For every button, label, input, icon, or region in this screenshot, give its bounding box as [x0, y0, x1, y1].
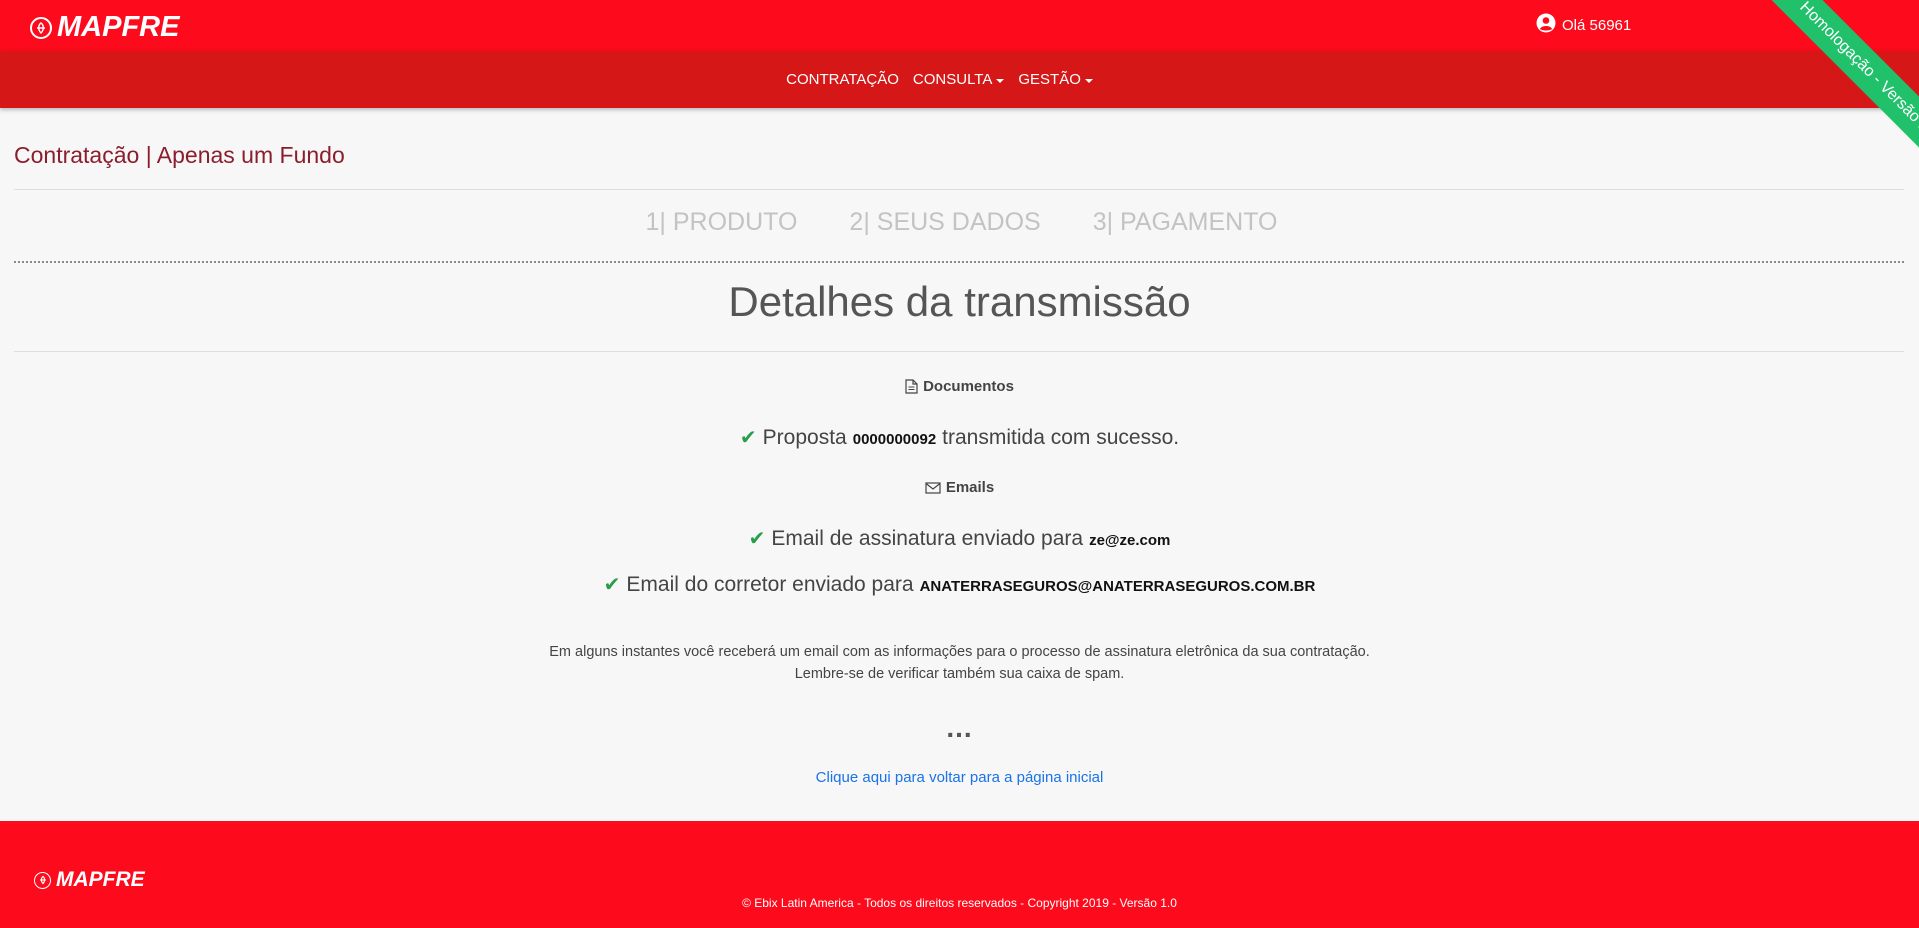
main-heading: Detalhes da transmissão	[728, 278, 1191, 325]
signature-email-status: ✔ Email de assinatura enviado para ze@ze…	[0, 526, 1919, 551]
footer: MAPFRE	[0, 821, 1919, 928]
file-icon	[905, 379, 918, 394]
footer-logo: MAPFRE	[34, 868, 145, 892]
broker-email-status: ✔ Email do corretor enviado para ANATERR…	[0, 572, 1919, 597]
user-circle-icon	[1536, 13, 1556, 37]
logo-text: MAPFRE	[57, 11, 180, 43]
proposal-number: 0000000092	[852, 431, 937, 448]
mapfre-logo[interactable]: MAPFRE	[30, 11, 179, 44]
proposal-suffix: transmitida com sucesso.	[942, 426, 1180, 449]
back-to-home-link[interactable]: Clique aqui para voltar para a página in…	[0, 769, 1919, 786]
page-title: Contratação | Apenas um Fundo	[14, 142, 345, 168]
back-to-home-label: Clique aqui para voltar para a página in…	[815, 769, 1104, 786]
nav-gestao-label: GESTÃO	[1018, 71, 1081, 88]
mapfre-emblem-icon	[34, 871, 51, 889]
footer-logo-text: MAPFRE	[56, 868, 145, 891]
power-button[interactable]	[1798, 12, 1822, 36]
proposal-prefix: Proposta	[762, 426, 847, 449]
nav-contratacao[interactable]: CONTRATAÇÃO	[786, 71, 899, 88]
user-menu[interactable]: Olá 56961	[1536, 13, 1631, 37]
documents-heading-label: Documentos	[923, 378, 1014, 395]
info-line-2: Lembre-se de verificar também sua caixa …	[794, 666, 1125, 682]
signature-email-text: Email de assinatura enviado para	[771, 527, 1084, 550]
proposal-status: ✔ Proposta 0000000092 transmitida com su…	[0, 425, 1919, 450]
signature-email-address: ze@ze.com	[1089, 532, 1171, 549]
dotted-divider	[14, 261, 1904, 263]
broker-email-address: ANATERRASEGUROS@ANATERRASEGUROS.COM.BR	[919, 578, 1316, 595]
divider	[14, 351, 1904, 352]
check-icon: ✔	[603, 574, 621, 596]
main-nav: CONTRATAÇÃO CONSULTA GESTÃO	[0, 51, 1919, 108]
caret-down-icon	[996, 78, 1005, 83]
check-icon: ✔	[739, 427, 757, 449]
ellipsis-divider: ...	[946, 712, 973, 743]
emails-heading-label: Emails	[945, 479, 995, 496]
emails-heading: Emails	[0, 479, 1919, 496]
step-pagamento: 3| PAGAMENTO	[1092, 208, 1278, 236]
documents-heading: Documentos	[0, 378, 1919, 395]
mapfre-emblem-icon	[30, 16, 52, 39]
copyright-text: © Ebix Latin America - Todos os direitos…	[742, 896, 1177, 910]
nav-consulta-label: CONSULTA	[912, 71, 993, 88]
info-line-1: Em alguns instantes você receberá um ema…	[549, 644, 1370, 660]
user-greeting: Olá 56961	[1562, 16, 1632, 34]
envelope-icon	[925, 481, 941, 494]
check-icon: ✔	[748, 528, 766, 550]
wizard-steps: 1| PRODUTO 2| SEUS DADOS 3| PAGAMENTO	[0, 208, 1919, 237]
caret-down-icon	[1084, 78, 1093, 83]
broker-email-text: Email do corretor enviado para	[626, 573, 914, 596]
top-bar: MAPFRE Olá 56961	[0, 0, 1919, 51]
nav-gestao-dropdown[interactable]: GESTÃO	[1018, 71, 1093, 88]
nav-consulta-dropdown[interactable]: CONSULTA	[912, 71, 1005, 88]
nav-contratacao-label: CONTRATAÇÃO	[786, 71, 899, 88]
step-produto: 1| PRODUTO	[645, 208, 798, 236]
step-seus-dados: 2| SEUS DADOS	[849, 208, 1041, 236]
divider	[14, 189, 1904, 190]
power-icon	[1800, 13, 1820, 34]
info-message: Em alguns instantes você receberá um ema…	[0, 641, 1919, 685]
